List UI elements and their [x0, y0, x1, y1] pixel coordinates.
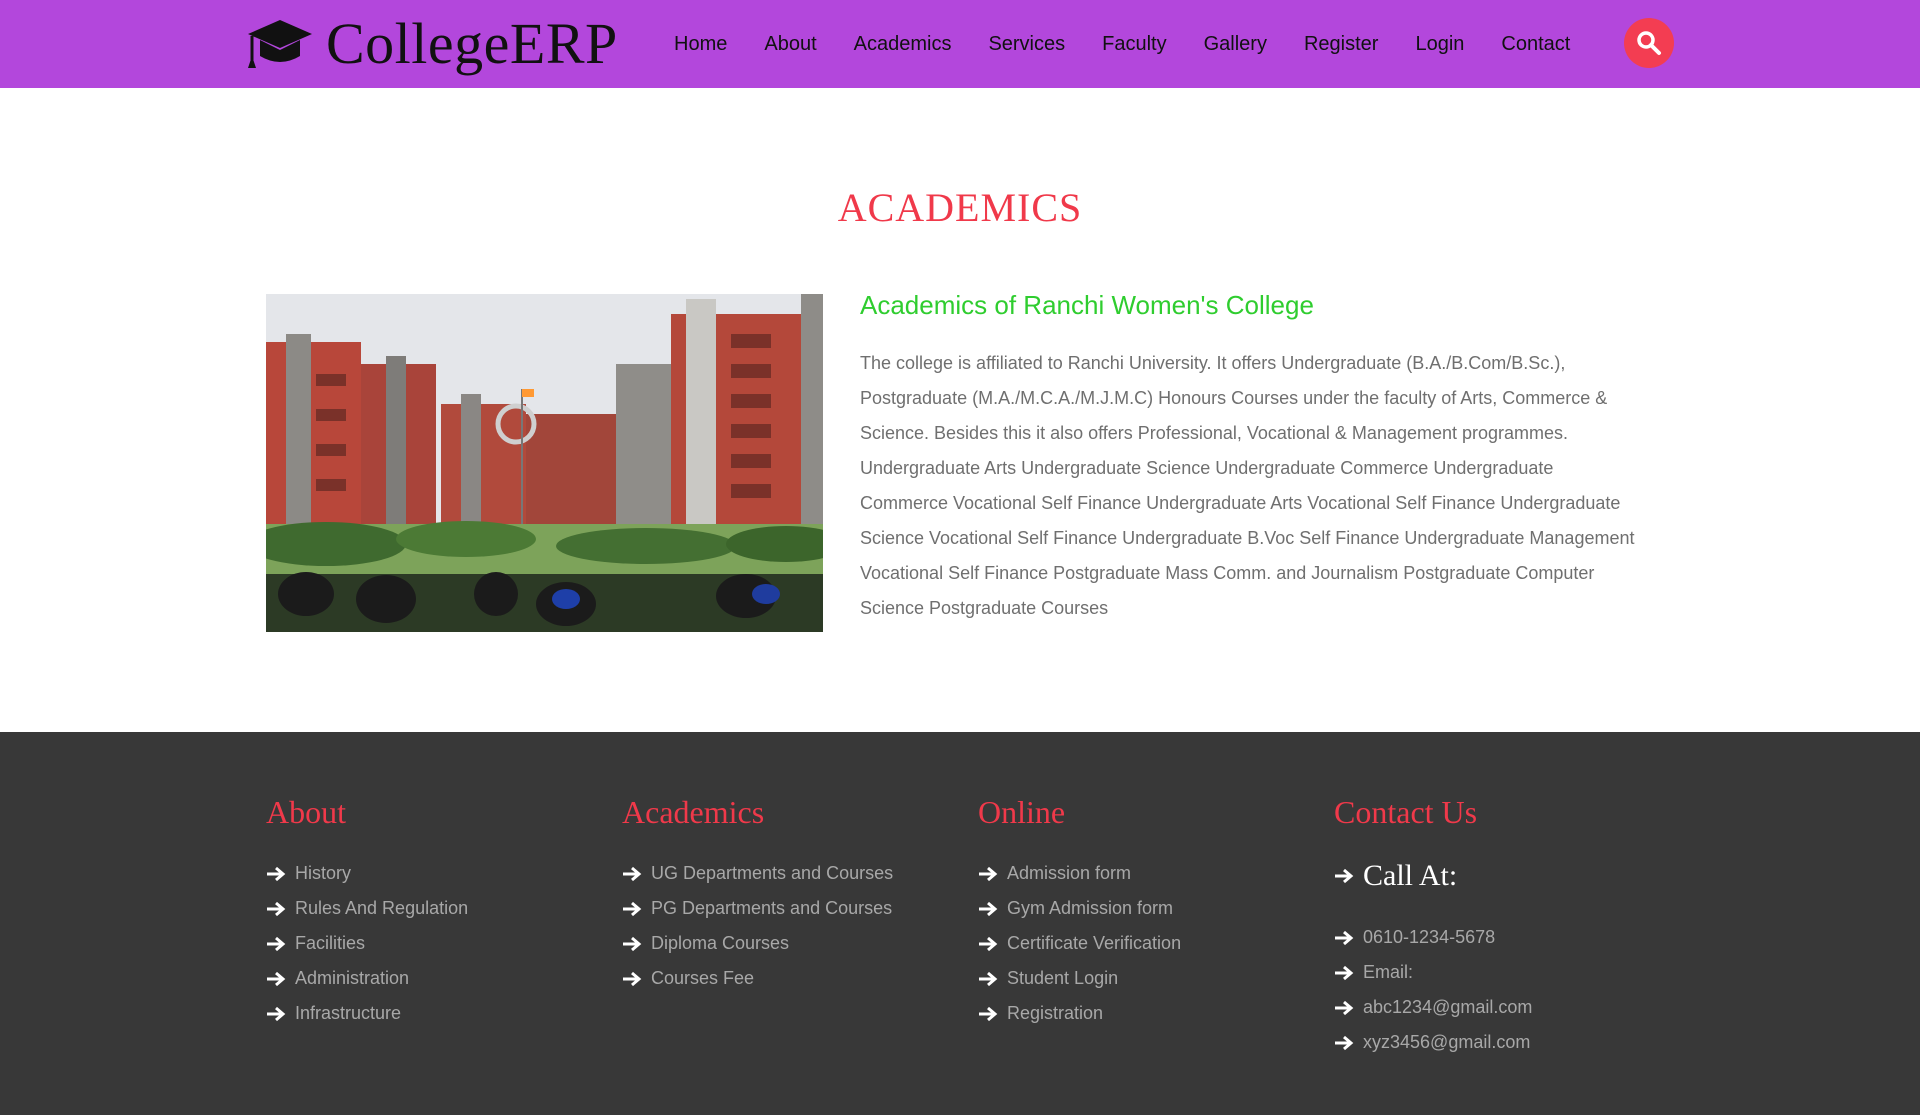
- arrow-right-icon: [1335, 930, 1354, 945]
- list-item[interactable]: Gym Admission form: [978, 891, 1181, 926]
- site-header: CollegeERP Home About Academics Services…: [0, 0, 1920, 88]
- arrow-right-icon: [267, 971, 286, 986]
- footer-online-column: Online Admission form Gym Admission form…: [978, 792, 1181, 1031]
- campus-photo: [266, 294, 823, 632]
- list-item[interactable]: History: [266, 856, 468, 891]
- list-item[interactable]: 0610-1234-5678: [1334, 920, 1532, 955]
- arrow-right-icon: [267, 866, 286, 881]
- list-item[interactable]: Rules And Regulation: [266, 891, 468, 926]
- content-body: The college is affiliated to Ranchi Univ…: [860, 353, 1635, 618]
- footer-about-title: About: [266, 794, 346, 830]
- footer-link-certificate-verification[interactable]: Certificate Verification: [1007, 933, 1181, 954]
- footer-link-infrastructure[interactable]: Infrastructure: [295, 1003, 401, 1024]
- footer-link-history[interactable]: History: [295, 863, 351, 884]
- arrow-right-icon: [1335, 868, 1354, 884]
- footer-link-admission-form[interactable]: Admission form: [1007, 863, 1131, 884]
- arrow-right-icon: [979, 971, 998, 986]
- nav-contact[interactable]: Contact: [1501, 33, 1570, 56]
- arrow-right-icon: [1335, 965, 1354, 980]
- list-item[interactable]: Admission form: [978, 856, 1181, 891]
- list-item[interactable]: Courses Fee: [622, 961, 893, 996]
- footer-link-registration[interactable]: Registration: [1007, 1003, 1103, 1024]
- content-heading: Academics of Ranchi Women's College: [860, 290, 1314, 320]
- main-nav: Home About Academics Services Faculty Ga…: [674, 0, 1570, 88]
- arrow-right-icon: [267, 901, 286, 916]
- search-button[interactable]: [1624, 18, 1674, 68]
- footer-contact-column: Contact Us Call At: 0610-1234-5678 Email…: [1334, 792, 1532, 1060]
- nav-about[interactable]: About: [764, 33, 816, 56]
- nav-academics[interactable]: Academics: [854, 33, 952, 56]
- contact-email-label: Email:: [1363, 962, 1414, 982]
- call-at-heading: Call At:: [1334, 856, 1532, 896]
- site-footer: About History Rules And Regulation Facil…: [0, 732, 1920, 1115]
- footer-link-gym-admission[interactable]: Gym Admission form: [1007, 898, 1173, 919]
- arrow-right-icon: [979, 901, 998, 916]
- nav-services[interactable]: Services: [988, 33, 1065, 56]
- arrow-right-icon: [979, 866, 998, 881]
- nav-register[interactable]: Register: [1304, 33, 1378, 56]
- footer-link-ug-departments[interactable]: UG Departments and Courses: [651, 863, 893, 884]
- graduation-cap-icon: [248, 20, 312, 68]
- footer-about-column: About History Rules And Regulation Facil…: [266, 792, 468, 1031]
- search-icon: [1637, 31, 1661, 55]
- list-item[interactable]: Student Login: [978, 961, 1181, 996]
- list-item[interactable]: UG Departments and Courses: [622, 856, 893, 891]
- arrow-right-icon: [1335, 1000, 1354, 1015]
- brand-name: CollegeERP: [326, 11, 618, 76]
- arrow-right-icon: [979, 1006, 998, 1021]
- list-item: Email:: [1334, 955, 1532, 990]
- list-item[interactable]: abc1234@gmail.com: [1334, 990, 1532, 1025]
- list-item[interactable]: Certificate Verification: [978, 926, 1181, 961]
- list-item[interactable]: xyz3456@gmail.com: [1334, 1025, 1532, 1060]
- nav-gallery[interactable]: Gallery: [1204, 33, 1267, 56]
- contact-phone[interactable]: 0610-1234-5678: [1363, 927, 1495, 948]
- list-item[interactable]: Administration: [266, 961, 468, 996]
- arrow-right-icon: [267, 936, 286, 951]
- footer-link-rules[interactable]: Rules And Regulation: [295, 898, 468, 919]
- arrow-right-icon: [979, 936, 998, 951]
- footer-link-pg-departments[interactable]: PG Departments and Courses: [651, 898, 892, 919]
- brand-logo[interactable]: CollegeERP: [246, 12, 618, 76]
- footer-link-student-login[interactable]: Student Login: [1007, 968, 1118, 989]
- list-item[interactable]: Facilities: [266, 926, 468, 961]
- nav-home[interactable]: Home: [674, 33, 727, 56]
- nav-faculty[interactable]: Faculty: [1102, 33, 1166, 56]
- footer-link-facilities[interactable]: Facilities: [295, 933, 365, 954]
- arrow-right-icon: [1335, 1035, 1354, 1050]
- contact-email-1[interactable]: abc1234@gmail.com: [1363, 997, 1532, 1018]
- arrow-right-icon: [623, 901, 642, 916]
- footer-link-courses-fee[interactable]: Courses Fee: [651, 968, 754, 989]
- list-item[interactable]: PG Departments and Courses: [622, 891, 893, 926]
- footer-academics-title: Academics: [622, 794, 765, 830]
- list-item[interactable]: Diploma Courses: [622, 926, 893, 961]
- footer-contact-title: Contact Us: [1334, 794, 1478, 830]
- list-item[interactable]: Infrastructure: [266, 996, 468, 1031]
- arrow-right-icon: [623, 971, 642, 986]
- contact-email-2[interactable]: xyz3456@gmail.com: [1363, 1032, 1530, 1053]
- footer-online-title: Online: [978, 794, 1066, 830]
- arrow-right-icon: [623, 936, 642, 951]
- arrow-right-icon: [623, 866, 642, 881]
- arrow-right-icon: [267, 1006, 286, 1021]
- call-at-label: Call At:: [1363, 859, 1458, 892]
- list-item[interactable]: Registration: [978, 996, 1181, 1031]
- footer-academics-column: Academics UG Departments and Courses PG …: [622, 792, 893, 996]
- footer-link-diploma[interactable]: Diploma Courses: [651, 933, 789, 954]
- section-title: ACADEMICS: [837, 185, 1083, 230]
- nav-login[interactable]: Login: [1415, 33, 1464, 56]
- footer-link-administration[interactable]: Administration: [295, 968, 409, 989]
